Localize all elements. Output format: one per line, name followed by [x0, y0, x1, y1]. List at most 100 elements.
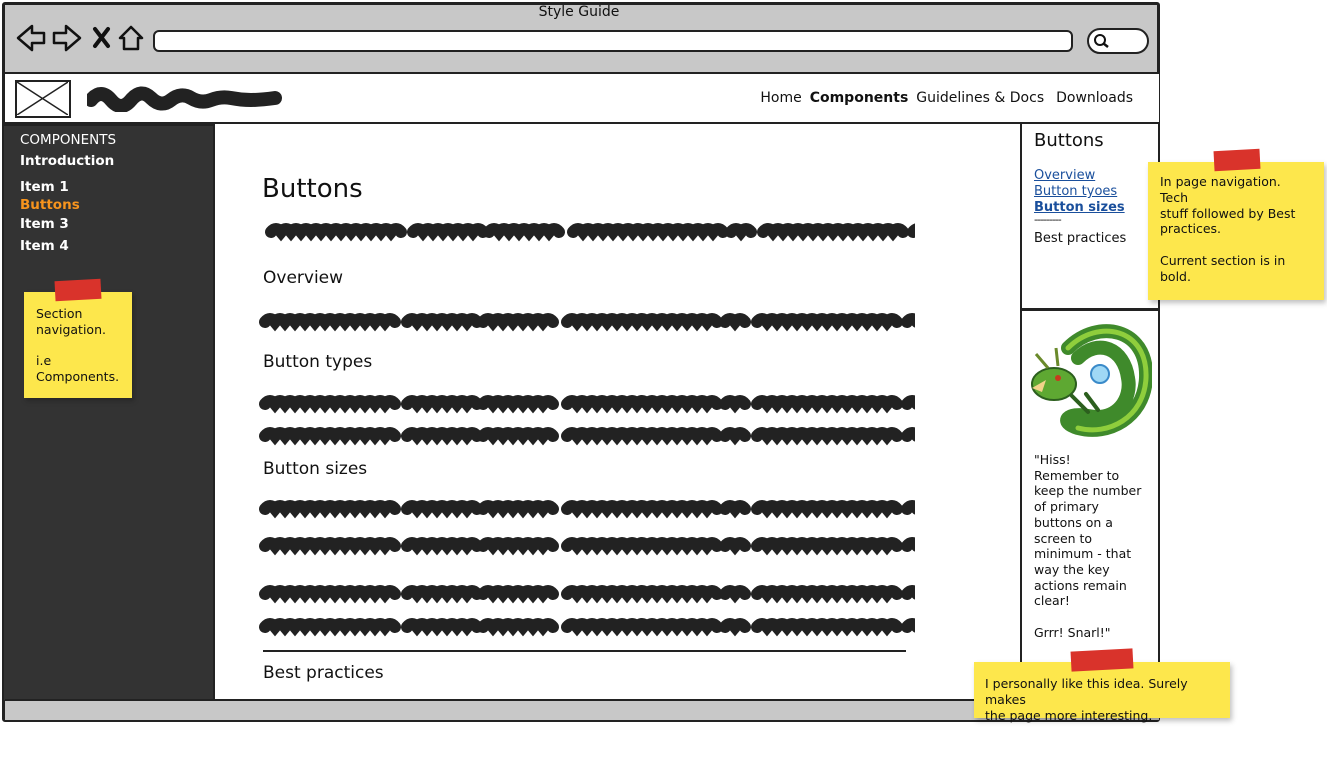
note-line: Current section is in bold. — [1160, 252, 1286, 284]
back-arrow-icon[interactable] — [16, 24, 46, 52]
quote-line: Remember to — [1034, 467, 1120, 483]
text-scribble — [265, 223, 407, 242]
in-page-link-button-types[interactable]: Button tyoes — [1034, 184, 1117, 199]
note-line: practices. — [1160, 221, 1222, 237]
note-line: i.e — [36, 353, 52, 369]
text-scribble — [259, 395, 401, 414]
site-name-scribble — [87, 86, 282, 112]
tape-icon — [1070, 648, 1134, 672]
text-scribble — [401, 618, 483, 637]
text-scribble — [719, 313, 751, 332]
quote-line: way the key — [1034, 561, 1110, 577]
sidebar-item-4[interactable]: Item 4 — [20, 238, 69, 254]
logo-placeholder — [15, 80, 71, 118]
text-scribble — [719, 537, 751, 556]
text-scribble — [751, 618, 903, 637]
text-scribble — [719, 585, 751, 604]
note-line: navigation. — [36, 321, 106, 337]
text-scribble — [561, 537, 723, 556]
text-scribble — [751, 500, 903, 519]
section-divider — [263, 650, 906, 652]
note-line: stuff followed by Best — [1160, 205, 1296, 221]
browser-search-box[interactable] — [1087, 28, 1149, 54]
quote-line: buttons on a — [1034, 514, 1113, 530]
address-bar[interactable] — [153, 30, 1073, 52]
panel-divider — [1020, 308, 1160, 311]
text-scribble — [901, 427, 915, 442]
text-scribble — [719, 427, 751, 446]
text-scribble — [561, 500, 723, 519]
text-scribble — [567, 223, 729, 242]
text-scribble — [401, 395, 483, 414]
text-scribble — [907, 223, 915, 238]
nav-home[interactable]: Home — [760, 90, 801, 106]
text-scribble — [483, 223, 565, 242]
text-scribble — [561, 585, 723, 604]
text-scribble — [561, 395, 723, 414]
page-title: Buttons — [262, 174, 363, 204]
sidebar-item-3[interactable]: Item 3 — [20, 216, 69, 232]
text-scribble — [751, 427, 903, 446]
text-scribble — [259, 500, 401, 519]
quote-line: of primary — [1034, 499, 1099, 515]
note-line: In page navigation. Tech — [1160, 174, 1281, 205]
in-page-link-overview[interactable]: Overview — [1034, 168, 1095, 183]
text-scribble — [401, 500, 483, 519]
text-scribble — [561, 618, 723, 637]
text-scribble — [719, 500, 751, 519]
sticky-note-in-page-nav: In page navigation. Tech stuff followed … — [1148, 162, 1324, 300]
text-scribble — [901, 500, 915, 515]
sidebar-item-introduction[interactable]: Introduction — [20, 153, 114, 169]
quote-line — [1034, 609, 1146, 625]
quote-line: screen to — [1034, 530, 1093, 546]
text-scribble — [259, 618, 401, 637]
text-scribble — [751, 585, 903, 604]
text-scribble — [477, 427, 559, 446]
text-scribble — [561, 313, 723, 332]
note-line: Components. — [36, 369, 120, 385]
text-scribble — [477, 537, 559, 556]
top-navigation: Home Components Guidelines & Docs Downlo… — [760, 90, 1133, 106]
text-scribble — [719, 618, 751, 637]
in-page-separator: --------- — [1034, 213, 1062, 226]
text-scribble — [477, 313, 559, 332]
image-placeholder-icon — [17, 82, 68, 115]
text-scribble — [401, 537, 483, 556]
text-scribble — [561, 427, 723, 446]
quote-line: Grrr! Snarl!" — [1034, 624, 1111, 640]
note-line: the page more interesting. — [985, 707, 1153, 723]
text-scribble — [259, 585, 401, 604]
body-text-scribbles — [259, 223, 915, 637]
text-scribble — [477, 585, 559, 604]
nav-components[interactable]: Components — [810, 90, 909, 106]
text-scribble — [477, 500, 559, 519]
text-scribble — [401, 585, 483, 604]
text-scribble — [901, 585, 915, 600]
text-scribble — [259, 313, 401, 332]
text-scribble — [901, 395, 915, 410]
note-line: Section — [36, 306, 83, 321]
text-scribble — [719, 395, 751, 414]
note-line: I personally like this idea. Surely make… — [985, 676, 1188, 707]
text-scribble — [901, 618, 915, 633]
sidebar-item-1[interactable]: Item 1 — [20, 179, 69, 195]
nav-guidelines-docs[interactable]: Guidelines & Docs — [916, 90, 1044, 106]
close-icon[interactable] — [93, 27, 110, 48]
text-scribble — [751, 313, 903, 332]
in-page-nav-title: Buttons — [1034, 130, 1104, 151]
section-heading-best-practices: Best practices — [263, 663, 384, 683]
text-scribble — [477, 618, 559, 637]
nav-downloads[interactable]: Downloads — [1056, 90, 1133, 106]
home-icon[interactable] — [118, 25, 144, 51]
window-title: Style Guide — [538, 4, 620, 20]
sticky-note-section-nav: Section navigation. i.e Components. — [24, 292, 132, 398]
forward-arrow-icon[interactable] — [52, 24, 82, 52]
quote-line: actions remain — [1034, 577, 1127, 593]
text-scribble — [259, 537, 401, 556]
dragon-quote: "Hiss! Remember to keep the number of pr… — [1034, 452, 1146, 640]
sidebar-item-buttons[interactable]: Buttons — [20, 197, 80, 213]
search-icon — [1094, 34, 1109, 48]
quote-line: minimum - that — [1034, 546, 1132, 562]
text-scribble — [401, 313, 483, 332]
in-page-best-practices[interactable]: Best practices — [1034, 231, 1126, 246]
